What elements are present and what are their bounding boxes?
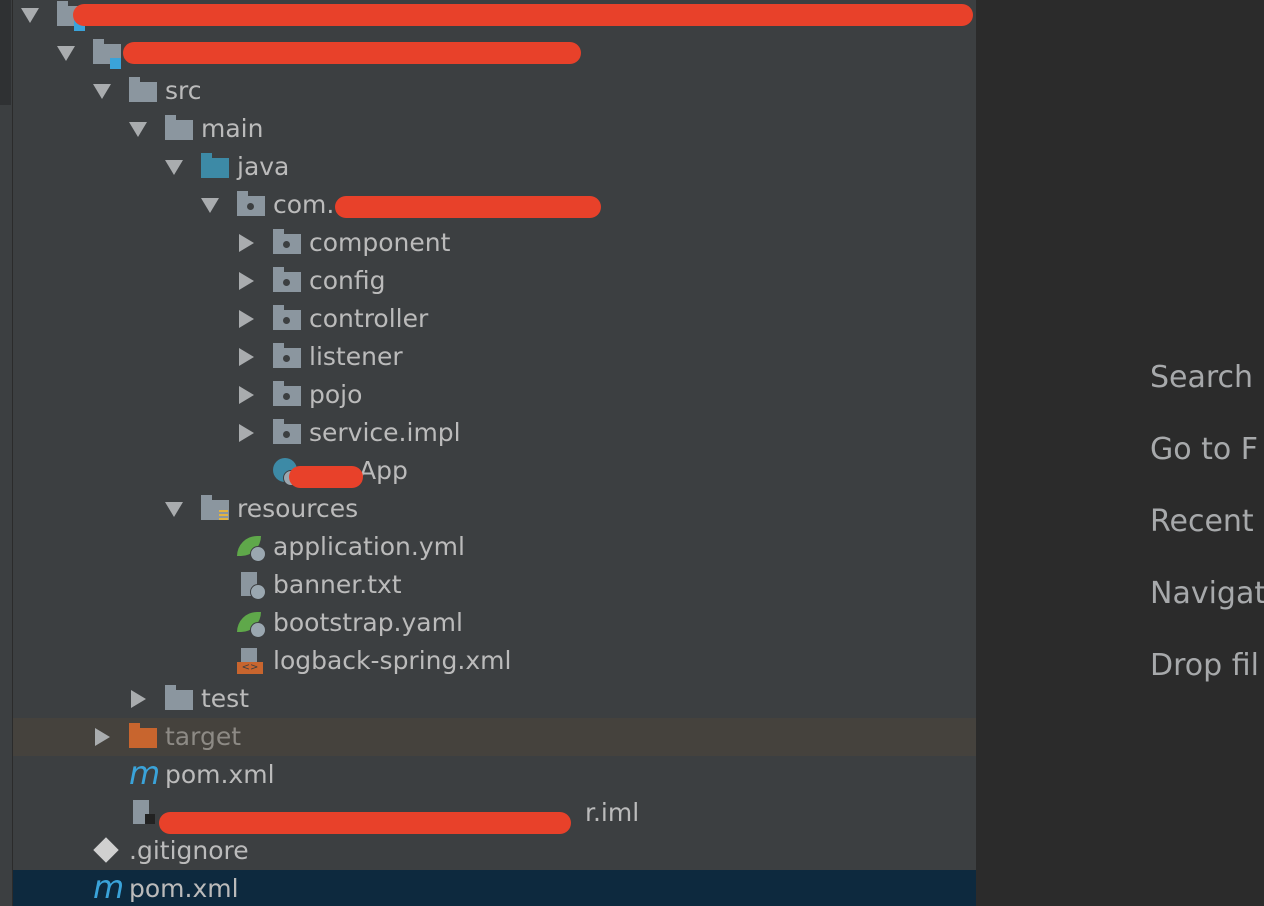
tree-row[interactable]: test [13, 680, 976, 718]
redaction-mark [335, 196, 601, 218]
tree-item-label: listener [309, 342, 403, 371]
tree-item-label: controller [309, 304, 429, 333]
redaction-mark [123, 42, 581, 64]
tree-item-label: resources [237, 494, 359, 523]
tree-item-label: r.iml [585, 798, 640, 827]
text-file-icon [237, 572, 266, 600]
tree-item-label: pom.xml [129, 874, 239, 903]
tree-item-label: pojo [309, 380, 363, 409]
package-icon [273, 267, 301, 294]
tree-row[interactable]: src [13, 72, 976, 110]
tree-item-label: com. [273, 190, 335, 219]
tree-item-label: test [201, 684, 250, 713]
tree-item-label: logback-spring.xml [273, 646, 512, 675]
editor-empty-area: Search Go to F Recent Navigat Drop fil [976, 0, 1264, 906]
collapse-arrow-icon[interactable] [57, 46, 75, 61]
left-tool-strip [0, 0, 13, 906]
tree-row[interactable]: banner.txt [13, 566, 976, 604]
expand-arrow-icon[interactable] [95, 728, 110, 746]
xml-file-icon: <> [237, 648, 265, 674]
tree-item-label: main [201, 114, 264, 143]
folder-icon [129, 77, 157, 104]
editor-hint: Navigat [1150, 576, 1264, 611]
tree-row[interactable]: controller [13, 300, 976, 338]
expand-arrow-icon[interactable] [131, 690, 146, 708]
tree-item-label: banner.txt [273, 570, 402, 599]
tree-row[interactable]: pojo [13, 376, 976, 414]
folder-icon [201, 495, 229, 522]
tree-row[interactable]: <> logback-spring.xml [13, 642, 976, 680]
folder-icon [93, 39, 121, 69]
tree-item-label: pom.xml [165, 760, 275, 789]
maven-icon: m [129, 754, 161, 792]
collapse-arrow-icon[interactable] [201, 198, 219, 213]
tree-row[interactable]: App [13, 452, 976, 490]
tree-row[interactable] [13, 34, 976, 72]
tree-row[interactable]: application.yml [13, 528, 976, 566]
tree-row[interactable]: listener [13, 338, 976, 376]
tree-item-label: .gitignore [129, 836, 249, 865]
git-file-icon [93, 837, 121, 864]
package-icon [237, 191, 265, 218]
tree-item-label: bootstrap.yaml [273, 608, 463, 637]
editor-hint: Go to F [1150, 432, 1259, 467]
spring-config-icon [237, 534, 266, 562]
collapse-arrow-icon[interactable] [129, 122, 147, 137]
tree-row[interactable]: .gitignore [13, 832, 976, 870]
spring-config-icon [237, 610, 266, 638]
tree-item-label: src [165, 76, 202, 105]
tree-item-label: component [309, 228, 451, 257]
collapse-arrow-icon[interactable] [165, 502, 183, 517]
redaction-mark [73, 4, 973, 26]
folder-icon [201, 153, 229, 180]
collapse-arrow-icon[interactable] [21, 8, 39, 23]
package-icon [273, 229, 301, 256]
folder-icon [165, 115, 193, 142]
tree-row[interactable]: config [13, 262, 976, 300]
tree-item-label: java [237, 152, 290, 181]
tree-row[interactable]: main [13, 110, 976, 148]
project-tool-tab[interactable] [0, 0, 11, 105]
tree-row[interactable]: bootstrap.yaml [13, 604, 976, 642]
expand-arrow-icon[interactable] [239, 234, 254, 252]
editor-hint: Search [1150, 360, 1254, 395]
tree-item-label: target [165, 722, 242, 751]
collapse-arrow-icon[interactable] [165, 160, 183, 175]
tree-row[interactable]: r.iml [13, 794, 976, 834]
tree-row[interactable] [13, 0, 976, 34]
expand-arrow-icon[interactable] [239, 272, 254, 290]
expand-arrow-icon[interactable] [239, 348, 254, 366]
maven-icon: m [93, 868, 125, 906]
redaction-mark [159, 812, 571, 834]
folder-icon [129, 723, 157, 750]
expand-arrow-icon[interactable] [239, 386, 254, 404]
package-icon [273, 381, 301, 408]
iml-file-icon [129, 800, 157, 826]
tree-item-label: application.yml [273, 532, 465, 561]
expand-arrow-icon[interactable] [239, 424, 254, 442]
project-tree[interactable]: src main java com. component config controller… [13, 0, 976, 906]
tree-row[interactable]: m pom.xml [13, 754, 976, 794]
editor-hint: Drop fil [1150, 648, 1259, 683]
tree-row[interactable]: m pom.xml [13, 868, 976, 906]
package-icon [273, 305, 301, 332]
collapse-arrow-icon[interactable] [93, 84, 111, 99]
folder-icon [165, 685, 193, 712]
package-icon [273, 343, 301, 370]
tree-row[interactable]: component [13, 224, 976, 262]
package-icon [273, 419, 301, 446]
tree-item-label: config [309, 266, 386, 295]
tree-row[interactable]: resources [13, 490, 976, 528]
expand-arrow-icon[interactable] [239, 310, 254, 328]
editor-hint: Recent [1150, 504, 1254, 539]
tree-row[interactable]: com. [13, 186, 976, 224]
tree-row[interactable]: target [13, 718, 976, 756]
tree-row[interactable]: java [13, 148, 976, 186]
tree-item-label: App [359, 456, 408, 485]
redaction-mark [289, 466, 363, 488]
tree-item-label: service.impl [309, 418, 461, 447]
tree-row[interactable]: service.impl [13, 414, 976, 452]
